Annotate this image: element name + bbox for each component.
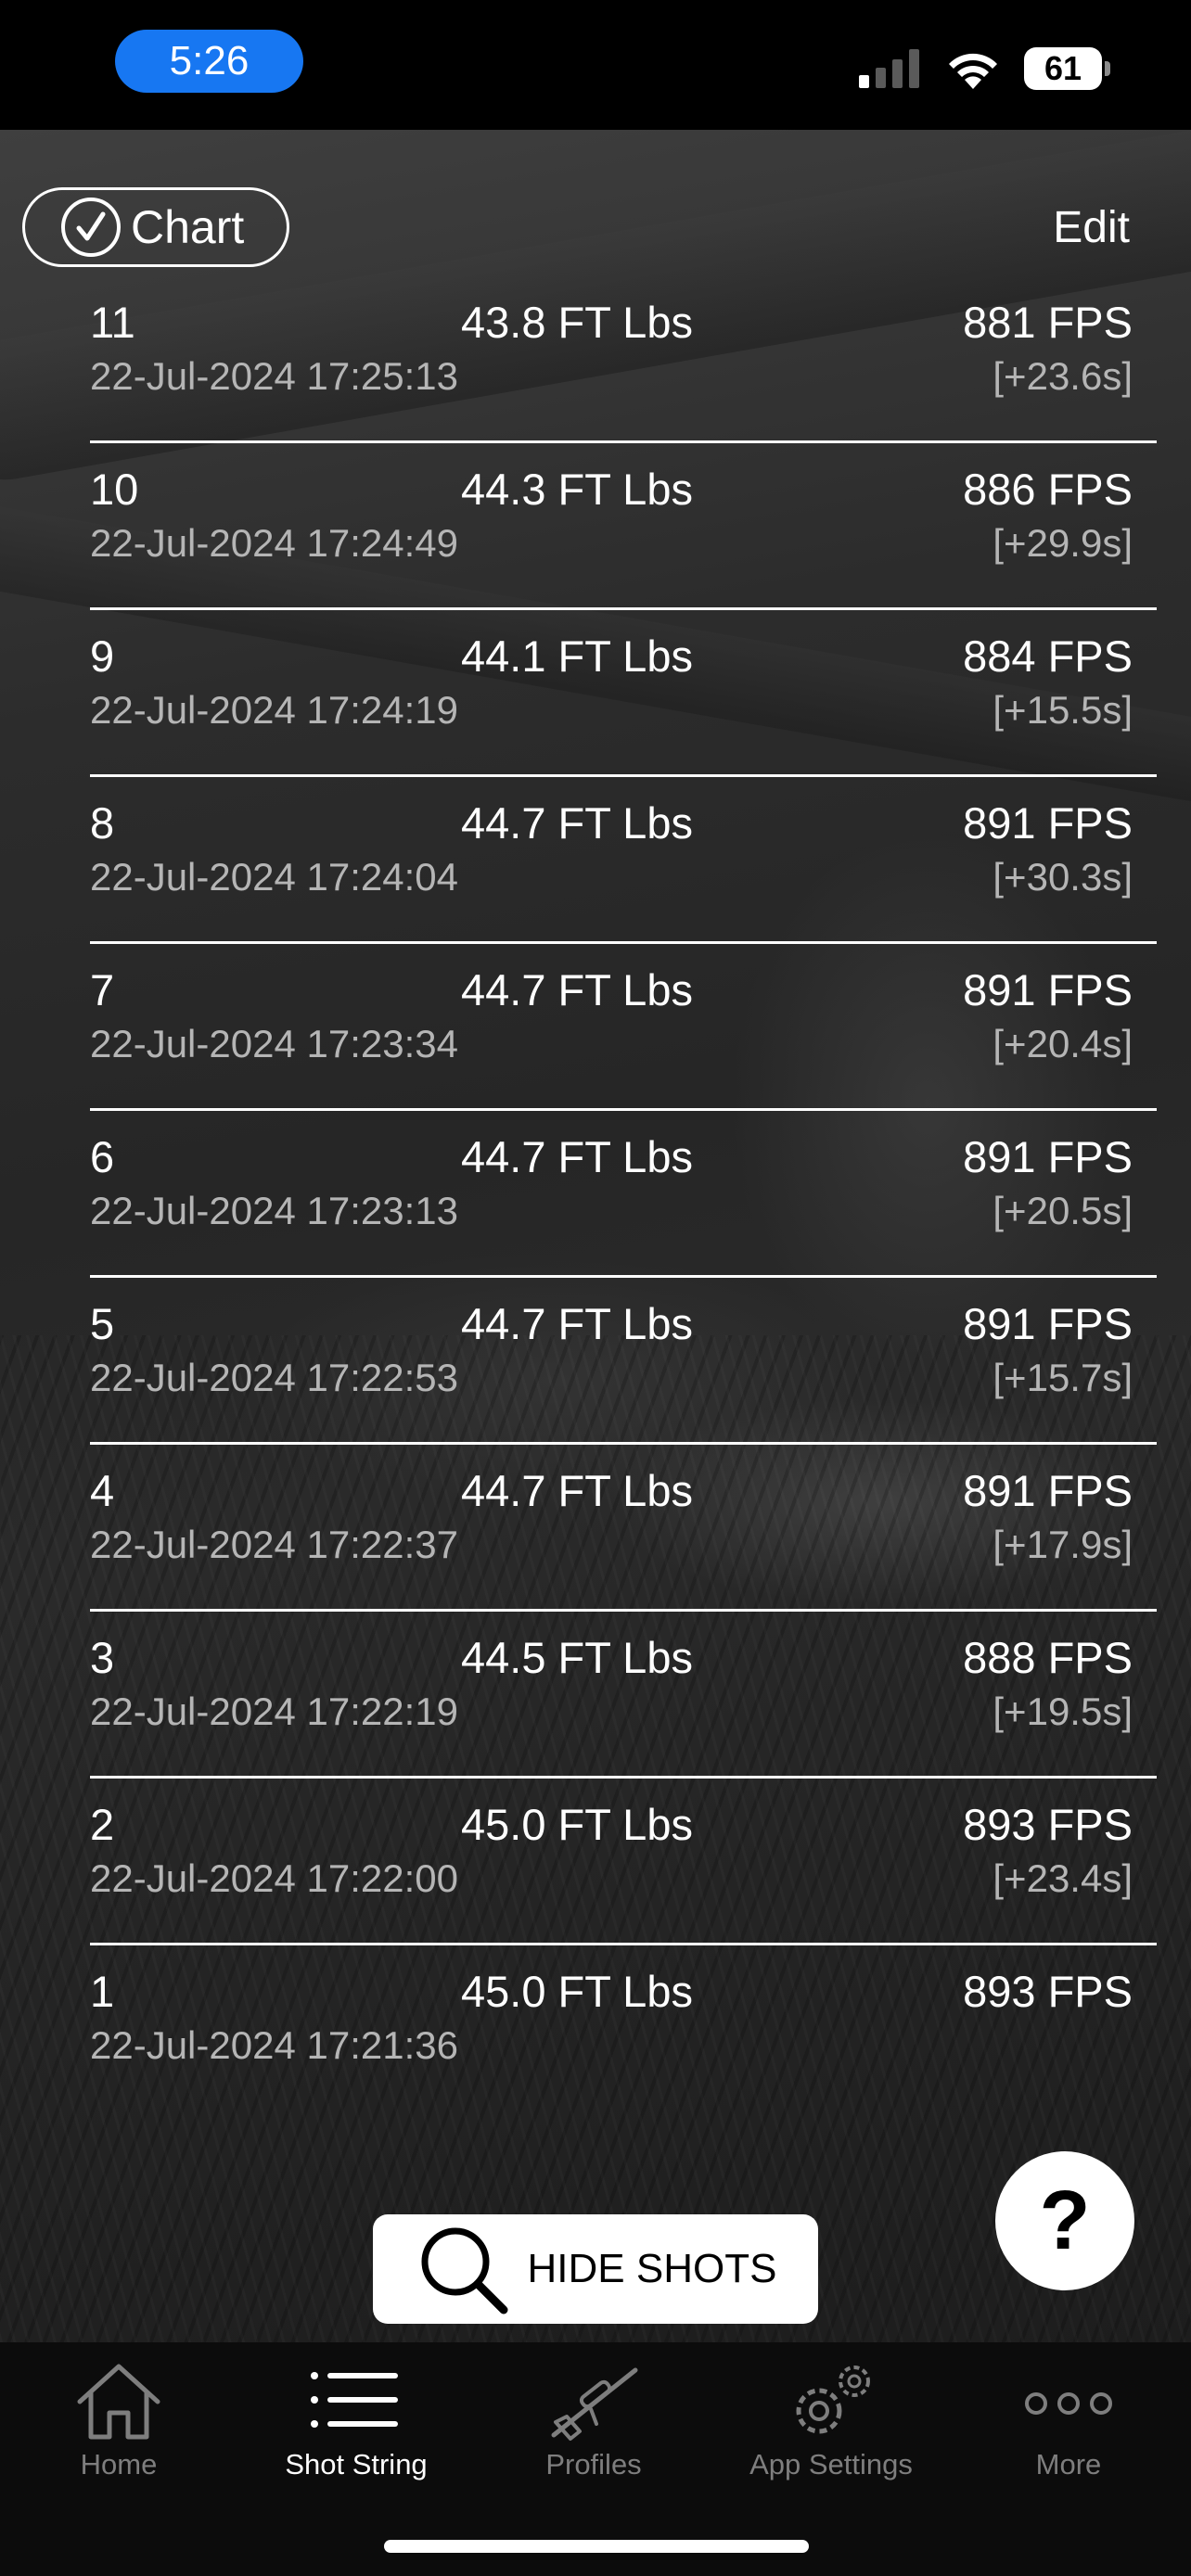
search-icon [421,2227,508,2315]
shot-interval: [+29.9s] [992,521,1133,565]
shot-interval: [+15.7s] [992,1356,1133,1399]
shot-velocity: 891 FPS [963,1299,1133,1348]
row-divider [90,1108,1157,1111]
tab-more[interactable]: More [950,2342,1187,2481]
tab-profiles[interactable]: Profiles [475,2342,712,2481]
shot-timestamp: 22-Jul-2024 17:25:13 [90,354,458,398]
shot-interval: [+20.5s] [992,1189,1133,1232]
shot-velocity: 891 FPS [963,1466,1133,1515]
home-icon [77,2364,160,2440]
shot-timestamp: 22-Jul-2024 17:24:49 [90,521,458,565]
status-time: 5:26 [115,30,303,93]
shot-list: 11 43.8 FT Lbs 881 FPS 22-Jul-2024 17:25… [0,297,1191,2133]
shot-row[interactable]: 1 45.0 FT Lbs 893 FPS 22-Jul-2024 17:21:… [0,1966,1191,2133]
shot-timestamp: 22-Jul-2024 17:22:53 [90,1356,458,1399]
row-divider [90,1609,1157,1612]
shot-timestamp: 22-Jul-2024 17:22:00 [90,1856,458,1900]
row-divider [90,440,1157,443]
shot-interval: [+15.5s] [992,688,1133,732]
shot-row[interactable]: 5 44.7 FT Lbs 891 FPS 22-Jul-2024 17:22:… [0,1298,1191,1465]
row-divider [90,1442,1157,1445]
battery-indicator: 61 [1024,47,1110,90]
tab-home[interactable]: Home [0,2342,237,2481]
shot-velocity: 891 FPS [963,965,1133,1014]
row-divider [90,941,1157,944]
shot-row[interactable]: 8 44.7 FT Lbs 891 FPS 22-Jul-2024 17:24:… [0,797,1191,964]
help-button[interactable]: ? [995,2151,1134,2290]
shot-interval: [+19.5s] [992,1690,1133,1733]
shot-timestamp: 22-Jul-2024 17:23:34 [90,1022,458,1065]
tab-label: Home [80,2448,158,2480]
shot-velocity: 884 FPS [963,631,1133,681]
shot-interval: [+23.4s] [992,1856,1133,1900]
shot-row[interactable]: 6 44.7 FT Lbs 891 FPS 22-Jul-2024 17:23:… [0,1131,1191,1298]
tab-label: Shot String [285,2448,428,2480]
tab-shot-string[interactable]: Shot String [237,2342,475,2481]
shot-timestamp: 22-Jul-2024 17:24:19 [90,688,458,732]
chart-label: Chart [131,201,245,253]
shot-velocity: 886 FPS [963,465,1133,514]
shot-velocity: 881 FPS [963,298,1133,347]
shot-row[interactable]: 4 44.7 FT Lbs 891 FPS 22-Jul-2024 17:22:… [0,1465,1191,1632]
shot-interval: [+17.9s] [992,1523,1133,1566]
cellular-signal-icon [859,49,919,88]
more-icon [1025,2392,1112,2415]
shot-row[interactable]: 9 44.1 FT Lbs 884 FPS 22-Jul-2024 17:24:… [0,631,1191,797]
shot-timestamp: 22-Jul-2024 17:24:04 [90,855,458,899]
shot-velocity: 891 FPS [963,798,1133,848]
shot-velocity: 891 FPS [963,1132,1133,1181]
shot-row[interactable]: 2 45.0 FT Lbs 893 FPS 22-Jul-2024 17:22:… [0,1799,1191,1966]
rifle-icon [551,2367,638,2441]
shot-timestamp: 22-Jul-2024 17:22:19 [90,1690,458,1733]
tab-label: Profiles [545,2448,642,2480]
row-divider [90,774,1157,777]
tab-app-settings[interactable]: App Settings [712,2342,950,2481]
status-bar: 5:26 61 [0,0,1191,130]
shot-string-screen: Chart Edit 11 43.8 FT Lbs 881 FPS 22-Jul… [0,130,1191,2342]
shot-velocity: 893 FPS [963,1967,1133,2016]
status-indicators: 61 [859,43,1110,95]
tab-label: More [1035,2448,1102,2480]
shot-timestamp: 22-Jul-2024 17:22:37 [90,1523,458,1566]
checkmark-circle-icon [61,198,121,257]
shot-row[interactable]: 3 44.5 FT Lbs 888 FPS 22-Jul-2024 17:22:… [0,1632,1191,1799]
wifi-icon [949,53,997,89]
row-divider [90,1943,1157,1945]
shot-interval: [+30.3s] [992,855,1133,899]
hide-shots-button[interactable]: HIDE SHOTS [373,2214,818,2324]
shot-row[interactable]: 10 44.3 FT Lbs 886 FPS 22-Jul-2024 17:24… [0,464,1191,631]
edit-button[interactable]: Edit [1053,202,1130,253]
shot-interval: [+23.6s] [992,354,1133,398]
shot-row[interactable]: 7 44.7 FT Lbs 891 FPS 22-Jul-2024 17:23:… [0,964,1191,1131]
row-divider [90,1776,1157,1779]
gear-icon [796,2366,870,2434]
list-icon [311,2372,398,2428]
shot-timestamp: 22-Jul-2024 17:23:13 [90,1189,458,1232]
chart-toggle-button[interactable]: Chart [22,187,289,267]
home-indicator[interactable] [384,2540,809,2553]
shot-timestamp: 22-Jul-2024 17:21:36 [90,2023,458,2067]
shot-interval: [+20.4s] [992,1022,1133,1065]
hide-shots-label: HIDE SHOTS [527,2246,777,2291]
row-divider [90,607,1157,610]
tab-label: App Settings [749,2448,913,2480]
shot-row[interactable]: 11 43.8 FT Lbs 881 FPS 22-Jul-2024 17:25… [0,297,1191,464]
shot-velocity: 888 FPS [963,1633,1133,1682]
shot-velocity: 893 FPS [963,1800,1133,1849]
row-divider [90,1275,1157,1278]
